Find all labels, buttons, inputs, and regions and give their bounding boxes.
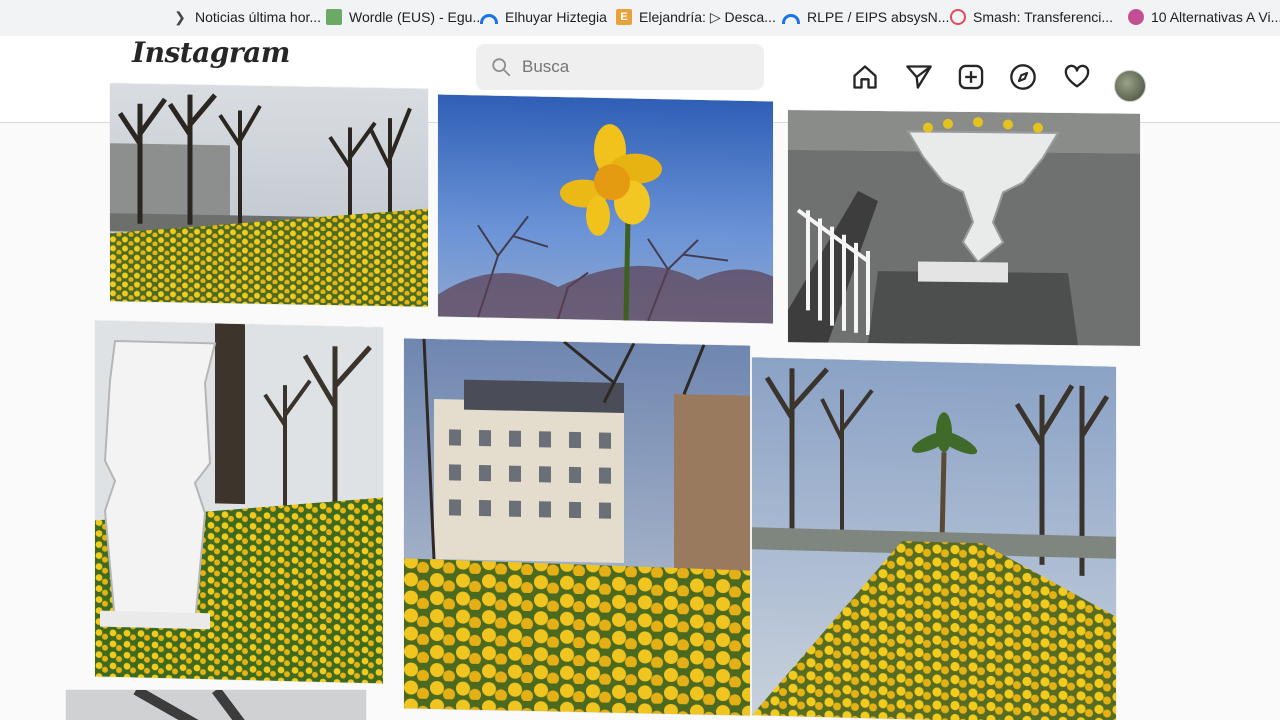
post-daffodil-avenue[interactable] bbox=[752, 357, 1116, 720]
post-daffodil-promenade[interactable] bbox=[110, 83, 428, 307]
post-building-daffodils[interactable] bbox=[404, 338, 750, 716]
post-statue-daffodils[interactable] bbox=[95, 320, 383, 684]
photo-grid bbox=[0, 0, 1280, 720]
post-stone-urn[interactable] bbox=[788, 110, 1140, 346]
browser-window: ❯ Noticias última hor... Wordle (EUS) - … bbox=[0, 0, 1280, 720]
post-partial-next-row[interactable] bbox=[66, 690, 366, 720]
post-single-daffodil[interactable] bbox=[438, 94, 773, 324]
